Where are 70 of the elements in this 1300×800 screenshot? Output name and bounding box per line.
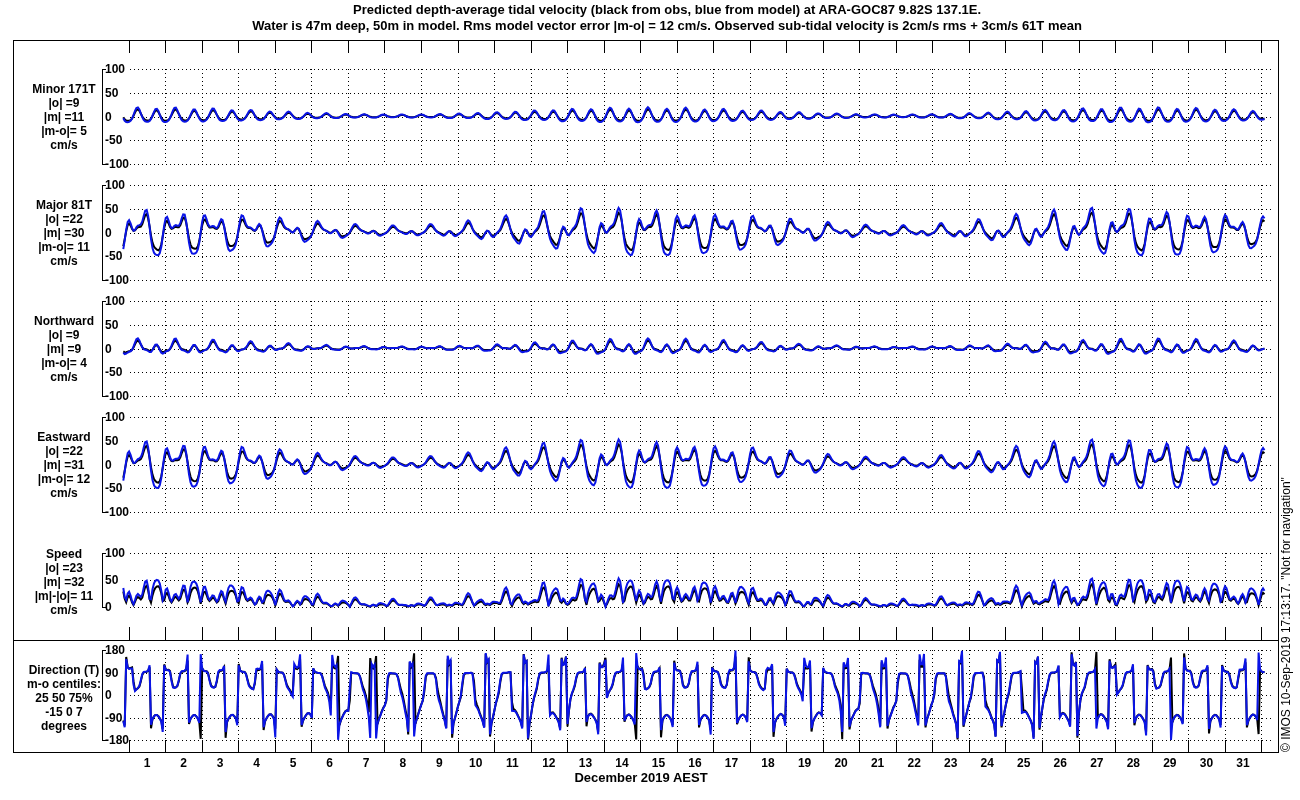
x-tick-label: 22: [907, 756, 921, 770]
y-tick-label: -100: [105, 505, 130, 519]
y-tick-label: 50: [105, 573, 119, 587]
y-tick-label: -90: [105, 710, 123, 725]
y-tick-label: 50: [105, 317, 119, 332]
y-tick-label: 100: [105, 62, 126, 76]
y-tick-label: 50: [105, 433, 119, 448]
y-tick-label: 0: [105, 225, 112, 240]
y-tick-label: 100: [105, 546, 126, 560]
x-tick-label: 31: [1236, 756, 1250, 770]
y-tick-label: 100: [105, 410, 126, 424]
panel-label: Northward |o| =9 |m| =9 |m-o|= 4 cm/s: [34, 314, 94, 384]
x-tick-label: 12: [542, 756, 556, 770]
y-tick-label: 180: [105, 643, 126, 657]
panel-label: Eastward |o| =22 |m| =31 |m-o|= 12 cm/s: [37, 430, 91, 500]
panel-label: Speed |o| =23 |m| =32 |m|-|o|= 11 cm/s: [34, 547, 94, 617]
y-tick-label: -50: [105, 249, 123, 264]
y-tick-label: 90: [105, 665, 119, 680]
x-tick-label: 17: [724, 756, 739, 770]
x-tick-label: 15: [651, 756, 666, 770]
y-tick-label: 50: [105, 85, 119, 100]
x-tick-label: 4: [253, 756, 260, 770]
x-tick-label: 13: [578, 756, 593, 770]
x-tick-label: 24: [980, 756, 994, 770]
y-tick-label: -50: [105, 365, 123, 380]
x-tick-label: 6: [326, 756, 333, 770]
x-tick-label: 23: [944, 756, 958, 770]
x-tick-label: 20: [834, 756, 848, 770]
x-axis-label: December 2019 AEST: [574, 770, 708, 785]
y-tick-label: 50: [105, 201, 119, 216]
y-tick-label: 100: [105, 178, 126, 192]
x-tick-label: 10: [469, 756, 483, 770]
y-tick-label: -100: [105, 157, 130, 171]
y-tick-label: 0: [105, 688, 112, 702]
credit-text: © IMOS 10-Sep-2019 17:13:17. "Not for navigation": [1279, 477, 1293, 752]
panel-label: Minor 171T |o| =9 |m| =11 |m-o|= 5 cm/s: [32, 82, 96, 152]
x-tick-label: 19: [797, 756, 812, 770]
y-tick-label: 0: [105, 109, 112, 124]
x-tick-label: 1: [143, 756, 151, 770]
x-tick-label: 9: [435, 756, 443, 770]
y-tick-label: -50: [105, 133, 123, 148]
x-tick-label: 27: [1090, 756, 1104, 770]
x-tick-label: 11: [506, 756, 519, 770]
y-tick-label: -50: [105, 481, 123, 496]
x-tick-label: 2: [180, 756, 187, 770]
y-axis: [101, 552, 107, 608]
y-tick-label: 100: [105, 294, 126, 308]
y-tick-label: 0: [105, 341, 112, 356]
y-tick-label: 0: [105, 600, 112, 614]
x-tick-label: 28: [1126, 756, 1140, 770]
x-tick-label: 29: [1163, 756, 1177, 770]
y-tick-label: -180: [105, 733, 130, 747]
panel-label: Direction (T) m-o centiles: 25 50 75% -15 0 7 degrees: [27, 663, 101, 733]
x-tick-label: 14: [615, 756, 629, 770]
x-tick-label: 8: [399, 756, 407, 770]
y-tick-label: 0: [105, 457, 112, 472]
y-tick-label: -100: [105, 389, 130, 403]
y-tick-label: -100: [105, 273, 130, 287]
x-tick-label: 26: [1053, 756, 1067, 770]
x-tick-label: 7: [362, 756, 370, 770]
panel-label: Major 81T |o| =22 |m| =30 |m-o|= 11 cm/s: [36, 198, 92, 268]
x-tick-label: 21: [870, 756, 885, 770]
chart-subtitle: Water is 47m deep, 50m in model. Rms model vector error |m-o| = 12 cm/s. Observed sub-tidal velocity is 2cm/s rms + 3cm/s 61T mean: [252, 18, 1082, 34]
x-tick-label: 3: [216, 756, 224, 770]
x-tick-label: 30: [1199, 756, 1214, 770]
x-tick-label: 25: [1017, 756, 1031, 770]
chart-title: Predicted depth-average tidal velocity (black from obs, blue from model) at ARA-GOC87 9.82S 137.1E.: [353, 2, 981, 18]
x-tick-label: 5: [289, 756, 297, 770]
x-tick-label: 16: [688, 756, 702, 770]
x-tick-label: 18: [761, 756, 775, 770]
